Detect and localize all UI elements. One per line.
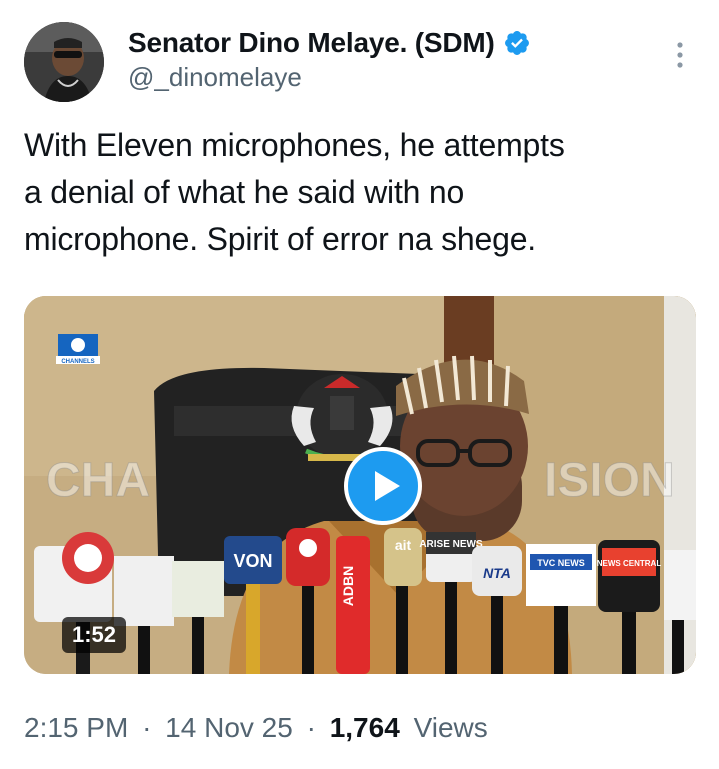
tweet-text-line: With Eleven microphones, he attempts bbox=[24, 127, 565, 163]
avatar[interactable] bbox=[24, 22, 104, 102]
watermark-left: CHA bbox=[46, 454, 150, 507]
mic-label-news-central: NEWS CENTRAL bbox=[597, 559, 662, 568]
video-player[interactable]: CHA ISION CHANNELS VON ADBN ait ARISE NE… bbox=[24, 296, 696, 674]
views-count[interactable]: 1,764 bbox=[330, 712, 400, 743]
tweet-text-line: microphone. Spirit of error na shege. bbox=[24, 221, 536, 257]
video-duration: 1:52 bbox=[62, 617, 127, 653]
mic-label-nta: NTA bbox=[483, 565, 511, 581]
handle[interactable]: @_dinomelaye bbox=[128, 62, 531, 93]
play-button[interactable] bbox=[344, 447, 422, 525]
views-label[interactable]: Views bbox=[414, 712, 488, 743]
tweet: Senator Dino Melaye. (SDM) @_dinomelaye … bbox=[0, 0, 719, 769]
meta-separator: · bbox=[142, 712, 152, 743]
mic-label-tvc: TVC NEWS bbox=[537, 558, 585, 568]
svg-text:ADBN: ADBN bbox=[340, 566, 356, 606]
mic-label-ait: ait bbox=[395, 537, 412, 553]
verified-badge-icon bbox=[504, 31, 529, 55]
mic-label-arise: ARISE NEWS bbox=[419, 539, 483, 550]
tweet-date[interactable]: 14 Nov 25 bbox=[165, 712, 293, 743]
tweet-text-line: a denial of what he said with no bbox=[24, 174, 465, 210]
tweet-meta: 2:15 PM · 14 Nov 25 · 1,764 Views bbox=[24, 712, 488, 744]
name-row: Senator Dino Melaye. (SDM) bbox=[128, 24, 531, 62]
tweet-time[interactable]: 2:15 PM bbox=[24, 712, 128, 743]
display-name[interactable]: Senator Dino Melaye. (SDM) bbox=[128, 27, 495, 59]
channels-logo-text: CHANNELS bbox=[61, 359, 94, 365]
more-vertical-icon[interactable] bbox=[670, 40, 690, 70]
play-icon bbox=[375, 471, 400, 501]
tweet-text: With Eleven microphones, he attempts a d… bbox=[24, 122, 694, 263]
watermark-right: ISION bbox=[544, 454, 675, 507]
tweet-header: Senator Dino Melaye. (SDM) @_dinomelaye bbox=[128, 24, 531, 93]
meta-separator: · bbox=[306, 712, 316, 743]
mic-label-von: VON bbox=[233, 551, 272, 571]
